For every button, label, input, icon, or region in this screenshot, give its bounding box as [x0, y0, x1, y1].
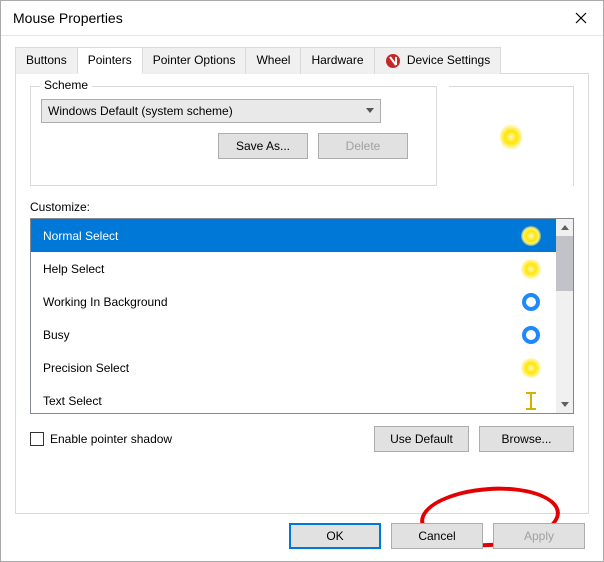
list-item[interactable]: Normal Select	[31, 219, 556, 252]
list-item[interactable]: Help Select	[31, 252, 556, 285]
tab-pointers[interactable]: Pointers	[77, 47, 143, 74]
cursor-ring-blue-icon	[520, 291, 542, 313]
cursor-ibeam-yellow-icon	[520, 390, 542, 412]
scroll-down-button[interactable]	[556, 396, 573, 413]
tab-wheel[interactable]: Wheel	[245, 47, 301, 74]
scheme-selected-value: Windows Default (system scheme)	[48, 104, 233, 118]
cancel-button[interactable]: Cancel	[391, 523, 483, 549]
delete-scheme-button: Delete	[318, 133, 408, 159]
list-item[interactable]: Working In Background	[31, 285, 556, 318]
list-item[interactable]: Text Select	[31, 384, 556, 413]
mouse-properties-dialog: Mouse Properties Buttons Pointers Pointe…	[0, 0, 604, 562]
tab-device-settings[interactable]: Device Settings	[374, 47, 502, 74]
apply-button: Apply	[493, 523, 585, 549]
chevron-down-icon	[561, 402, 569, 408]
scroll-thumb[interactable]	[556, 236, 573, 291]
window-title: Mouse Properties	[13, 10, 123, 26]
tab-strip: Buttons Pointers Pointer Options Wheel H…	[15, 46, 589, 74]
scroll-up-button[interactable]	[556, 219, 573, 236]
list-item[interactable]: Precision Select	[31, 351, 556, 384]
customize-label: Customize:	[30, 200, 574, 214]
close-icon	[575, 12, 587, 24]
save-as-button[interactable]: Save As...	[218, 133, 308, 159]
enable-pointer-shadow-checkbox[interactable]	[30, 432, 44, 446]
chevron-down-icon	[366, 108, 374, 114]
ok-button[interactable]: OK	[289, 523, 381, 549]
scheme-legend: Scheme	[40, 78, 92, 92]
tab-body-pointers: Scheme Windows Default (system scheme) S…	[15, 74, 589, 514]
dialog-button-row: OK Cancel Apply	[289, 523, 585, 549]
device-settings-icon	[385, 53, 401, 69]
tab-hardware[interactable]: Hardware	[300, 47, 374, 74]
browse-button[interactable]: Browse...	[479, 426, 574, 452]
preview-cursor-icon	[500, 126, 522, 148]
cursor-list[interactable]: Normal Select Help Select Working In Bac…	[30, 218, 574, 414]
cursor-glow-yellow-icon	[520, 225, 542, 247]
scroll-track[interactable]	[556, 291, 573, 396]
scheme-group: Scheme Windows Default (system scheme) S…	[30, 86, 437, 186]
cursor-glow-yellow-icon	[520, 258, 542, 280]
enable-pointer-shadow-label: Enable pointer shadow	[50, 432, 172, 446]
chevron-up-icon	[561, 225, 569, 231]
list-scrollbar[interactable]	[556, 219, 573, 413]
scheme-dropdown[interactable]: Windows Default (system scheme)	[41, 99, 381, 123]
tab-buttons[interactable]: Buttons	[15, 47, 78, 74]
cursor-ring-blue-icon	[520, 324, 542, 346]
cursor-glow-yellow-icon	[520, 357, 542, 379]
titlebar: Mouse Properties	[1, 1, 603, 36]
close-button[interactable]	[558, 1, 603, 36]
list-item[interactable]: Busy	[31, 318, 556, 351]
use-default-button[interactable]: Use Default	[374, 426, 469, 452]
tab-pointer-options[interactable]: Pointer Options	[142, 47, 247, 74]
cursor-preview	[449, 86, 574, 186]
